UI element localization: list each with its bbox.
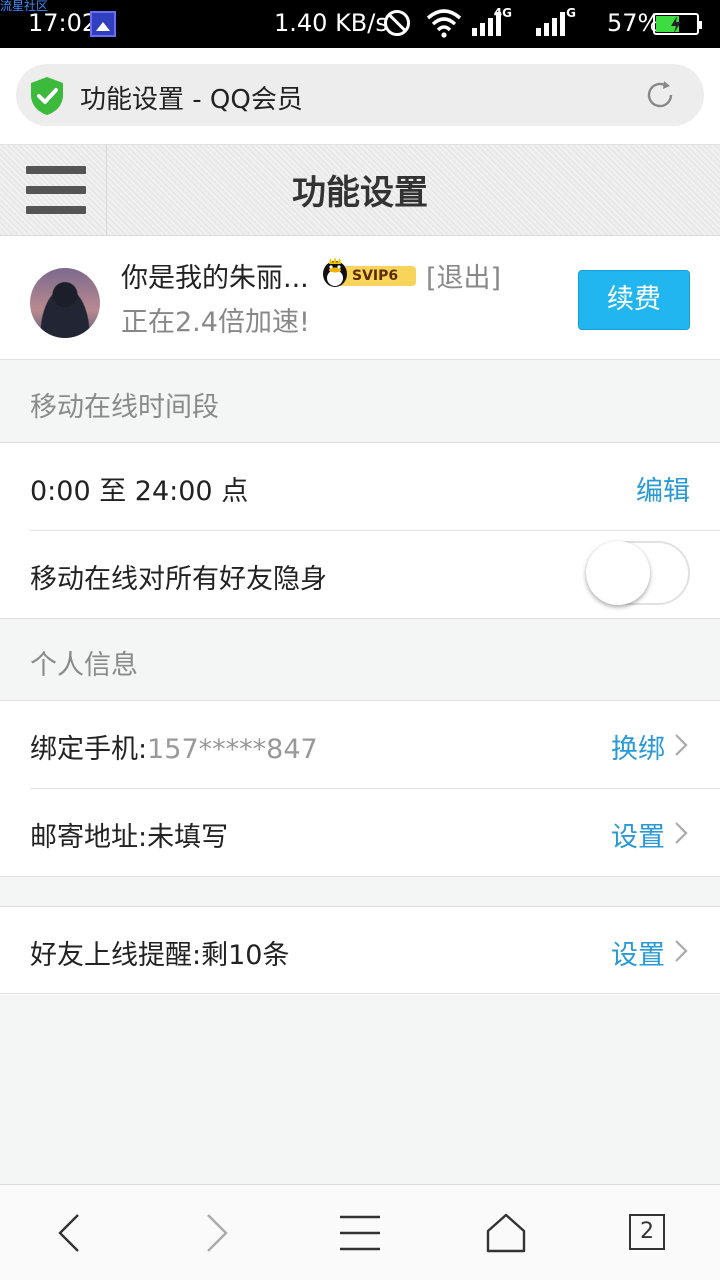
- invisible-label: 移动在线对所有好友隐身: [30, 564, 327, 595]
- invisible-toggle[interactable]: [586, 541, 690, 605]
- section-header-mobile-online: 移动在线时间段: [30, 392, 219, 423]
- back-button[interactable]: [20, 1185, 120, 1280]
- divider: [0, 993, 720, 994]
- friend-alert-set-link[interactable]: 设置: [611, 933, 665, 972]
- url-field[interactable]: 功能设置 - QQ会员: [16, 64, 704, 126]
- user-card: 你是我的朱丽... SVIP6 [退出] 正在2.4倍加速! 续费: [0, 236, 720, 360]
- qq-penguin-icon: [323, 257, 347, 287]
- reload-icon[interactable]: [644, 79, 676, 111]
- status-time: 17:02: [28, 9, 98, 37]
- home-icon: [486, 1213, 526, 1253]
- page-url-title: 功能设置 - QQ会员: [80, 85, 303, 115]
- rebind-link[interactable]: 换绑: [611, 727, 665, 766]
- network-type-label: 4G: [493, 6, 512, 20]
- phone-label: 绑定手机:157*****847: [30, 734, 318, 765]
- browser-address-bar: 功能设置 - QQ会员: [0, 48, 720, 144]
- back-icon: [58, 1214, 79, 1252]
- gallery-notification-icon: [90, 11, 116, 37]
- shield-check-icon: [31, 77, 63, 115]
- chevron-right-icon: [675, 734, 688, 756]
- friend-alert-label: 好友上线提醒:剩10条: [30, 940, 290, 971]
- status-bar: 流星社区 17:02 1.40 KB/s 4G G 57%: [0, 0, 720, 48]
- address-label: 邮寄地址:未填写: [30, 822, 229, 853]
- chevron-right-icon: [675, 940, 688, 962]
- logout-link[interactable]: [退出]: [426, 256, 501, 295]
- speedup-status: 正在2.4倍加速!: [121, 307, 310, 338]
- menu-icon: [340, 1215, 380, 1251]
- battery-icon: [653, 13, 702, 35]
- toggle-knob: [586, 541, 650, 605]
- forward-icon: [207, 1214, 228, 1252]
- divider: [0, 876, 720, 877]
- renew-button[interactable]: 续费: [578, 270, 690, 330]
- address-value: 未填写: [147, 822, 229, 853]
- section-header-personal-info: 个人信息: [30, 650, 138, 681]
- home-button[interactable]: [456, 1185, 556, 1280]
- browser-bottom-nav: 2: [0, 1184, 720, 1280]
- tabs-icon[interactable]: 2: [629, 1214, 665, 1250]
- address-set-link[interactable]: 设置: [611, 815, 665, 854]
- user-name: 你是我的朱丽...: [121, 263, 309, 294]
- page-title: 功能设置: [292, 173, 428, 213]
- svip-badge: SVIP6: [320, 252, 418, 292]
- chevron-right-icon: [675, 822, 688, 844]
- phone-value: 157*****847: [147, 734, 318, 765]
- do-not-disturb-icon: [384, 10, 410, 36]
- cell-signal-2-icon: G: [536, 6, 576, 36]
- address-row[interactable]: 邮寄地址:未填写 设置: [0, 789, 720, 877]
- time-range-label: 0:00 至 24:00 点: [30, 476, 249, 507]
- invisible-row: 移动在线对所有好友隐身: [0, 531, 720, 619]
- wifi-icon: [426, 9, 462, 38]
- cell-signal-icon: 4G: [472, 6, 512, 36]
- network-type-2-label: G: [566, 6, 576, 20]
- forward-button[interactable]: [166, 1185, 266, 1280]
- edit-link[interactable]: 编辑: [636, 469, 690, 508]
- menu-button[interactable]: [310, 1185, 410, 1280]
- network-speed: 1.40 KB/s: [274, 9, 388, 37]
- time-range-row[interactable]: 0:00 至 24:00 点 编辑: [0, 443, 720, 531]
- friend-alert-row[interactable]: 好友上线提醒:剩10条 设置: [0, 907, 720, 995]
- friend-alert-value: 剩10条: [201, 940, 290, 971]
- phone-row[interactable]: 绑定手机:157*****847 换绑: [0, 701, 720, 789]
- avatar[interactable]: [30, 268, 100, 338]
- page-header: 功能设置: [0, 144, 720, 236]
